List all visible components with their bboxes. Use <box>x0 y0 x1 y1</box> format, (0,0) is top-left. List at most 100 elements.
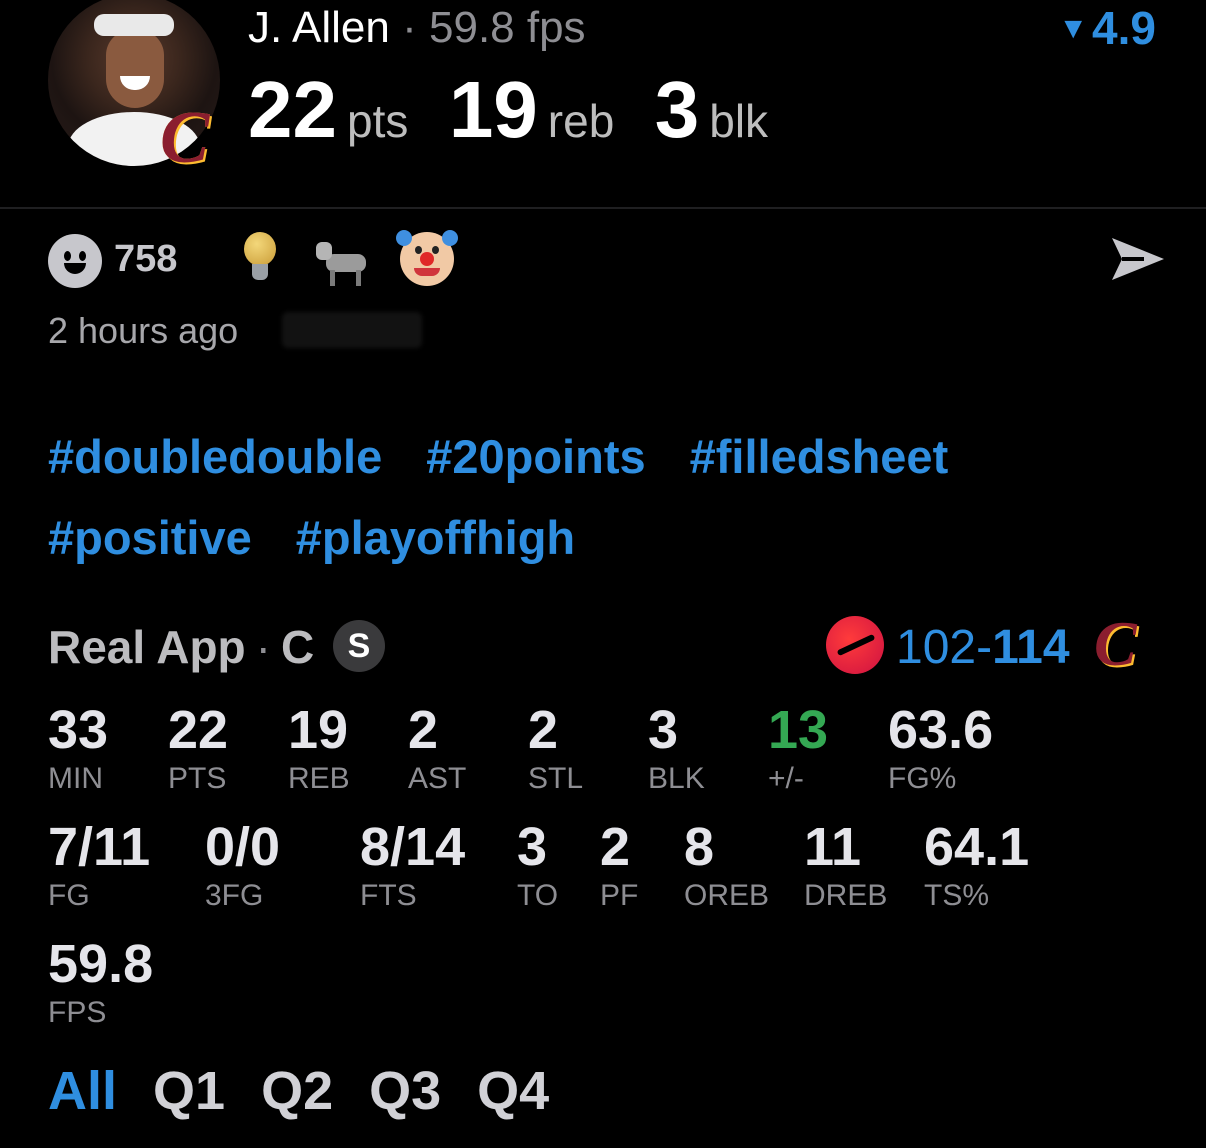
score-separator: - <box>976 621 993 674</box>
stat-cell: 11 DREB <box>804 817 887 913</box>
rating-value: 4.9 <box>1092 2 1156 54</box>
stat-cell: 2 PF <box>600 817 638 913</box>
stat-cell: 22 PTS <box>168 700 228 796</box>
player-position: C <box>280 621 315 673</box>
stat-cell: 0/0 3FG <box>205 817 280 913</box>
stat-value: 8 <box>684 817 715 877</box>
stat-value: 2 <box>528 700 559 760</box>
player-name[interactable]: J. Allen <box>248 3 390 52</box>
quarter-tabs: All Q1 Q2 Q3 Q4 <box>48 1060 585 1122</box>
tab-q3[interactable]: Q3 <box>369 1060 441 1122</box>
stat-value: 2 <box>600 817 631 877</box>
headline-stat-value: 22 <box>248 65 337 154</box>
stat-value: 63.6 <box>888 700 994 760</box>
stat-cell: 2 STL <box>528 700 583 796</box>
obscured-text <box>282 312 422 348</box>
goat-icon[interactable] <box>316 236 372 286</box>
rating-badge[interactable]: ▼4.9 <box>1058 2 1156 55</box>
share-send-icon[interactable] <box>1110 234 1166 284</box>
stat-label: 3FG <box>205 879 264 912</box>
avatar-headband <box>94 14 174 36</box>
stat-value: 3 <box>648 700 679 760</box>
hashtag[interactable]: #positive <box>48 497 252 578</box>
hashtag[interactable]: #doubledouble <box>48 416 382 497</box>
raptors-logo-icon <box>826 616 884 674</box>
stat-label: +/- <box>768 762 804 795</box>
stat-value: 3 <box>517 817 548 877</box>
stat-label: OREB <box>684 879 770 912</box>
source-app: Real App <box>48 621 246 673</box>
stat-cell: 13 +/- <box>768 700 828 796</box>
stat-label: REB <box>288 762 350 795</box>
stat-value: 8/14 <box>360 817 466 877</box>
stat-value: 19 <box>288 700 349 760</box>
stat-cell: 8 OREB <box>684 817 769 913</box>
hashtag-list: #doubledouble #20points #filledsheet #posi… <box>48 416 1158 578</box>
stat-cell: 63.6 FG% <box>888 700 993 796</box>
starter-badge: S <box>333 620 385 672</box>
score-team: 114 <box>992 621 1070 674</box>
stat-label: TS% <box>924 879 990 912</box>
stat-cell: 3 TO <box>517 817 558 913</box>
stat-value: 59.8 <box>48 934 154 994</box>
stat-cell: 64.1 TS% <box>924 817 1029 913</box>
header-divider <box>0 207 1206 209</box>
cavaliers-logo-icon: C <box>160 97 210 179</box>
stat-cell: 2 AST <box>408 700 466 796</box>
stat-label: MIN <box>48 762 103 795</box>
stat-value: 7/11 <box>48 817 151 877</box>
headline-stat-unit: blk <box>709 95 769 147</box>
headline-stat-unit: reb <box>547 95 615 147</box>
stat-label: AST <box>408 762 467 795</box>
stat-value: 13 <box>768 700 829 760</box>
game-score[interactable]: 102-114 <box>896 620 1070 675</box>
tab-q2[interactable]: Q2 <box>261 1060 333 1122</box>
tab-all[interactable]: All <box>48 1060 117 1122</box>
stat-cell: 3 BLK <box>648 700 705 796</box>
hashtag[interactable]: #filledsheet <box>690 416 949 497</box>
source-separator: · <box>255 621 271 673</box>
name-separator: · <box>402 3 417 52</box>
headline-stat-value: 19 <box>448 65 538 154</box>
stat-value: 2 <box>408 700 439 760</box>
stat-label: FG% <box>888 762 957 795</box>
stat-label: FG <box>48 879 90 912</box>
stat-cell: 7/11 FG <box>48 817 150 913</box>
stat-cell: 19 REB <box>288 700 350 796</box>
tab-q4[interactable]: Q4 <box>477 1060 549 1122</box>
fantasy-points: 59.8 fps <box>429 3 586 52</box>
hashtag[interactable]: #playoffhigh <box>296 497 575 578</box>
hashtag[interactable]: #20points <box>426 416 645 497</box>
reaction-count[interactable]: 758 <box>114 238 177 281</box>
rating-filter-icon: ▼ <box>1058 12 1089 45</box>
stat-label: DREB <box>804 879 888 912</box>
stat-label: PF <box>600 879 639 912</box>
stat-cell: 33 MIN <box>48 700 108 796</box>
source-line: Real App · C S <box>48 620 385 674</box>
stat-label: FTS <box>360 879 417 912</box>
stat-value: 64.1 <box>924 817 1030 877</box>
clown-icon[interactable] <box>396 230 458 286</box>
stat-label: FPS <box>48 996 107 1029</box>
stat-label: BLK <box>648 762 705 795</box>
post-time: 2 hours ago <box>48 310 239 351</box>
player-name-line: J. Allen · 59.8 fps <box>248 2 586 54</box>
stat-label: PTS <box>168 762 227 795</box>
cavaliers-small-logo-icon: C <box>1094 608 1137 679</box>
stat-label: TO <box>517 879 559 912</box>
stat-cell: 8/14 FTS <box>360 817 465 913</box>
tab-q1[interactable]: Q1 <box>153 1060 225 1122</box>
stat-label: STL <box>528 762 584 795</box>
stat-value: 11 <box>804 817 862 877</box>
add-reaction-icon[interactable] <box>48 234 102 288</box>
stat-value: 0/0 <box>205 817 281 877</box>
stat-value: 33 <box>48 700 109 760</box>
score-opponent: 102 <box>896 621 977 674</box>
headline-stat-unit: pts <box>346 95 409 147</box>
stat-cell: 59.8 FPS <box>48 934 153 1030</box>
headline-stat-value: 3 <box>654 65 700 154</box>
avatar-face <box>106 30 164 108</box>
stat-value: 22 <box>168 700 229 760</box>
lightbulb-icon[interactable] <box>240 232 280 288</box>
headline-stats: 22 pts 19 reb 3 blk <box>248 64 804 156</box>
